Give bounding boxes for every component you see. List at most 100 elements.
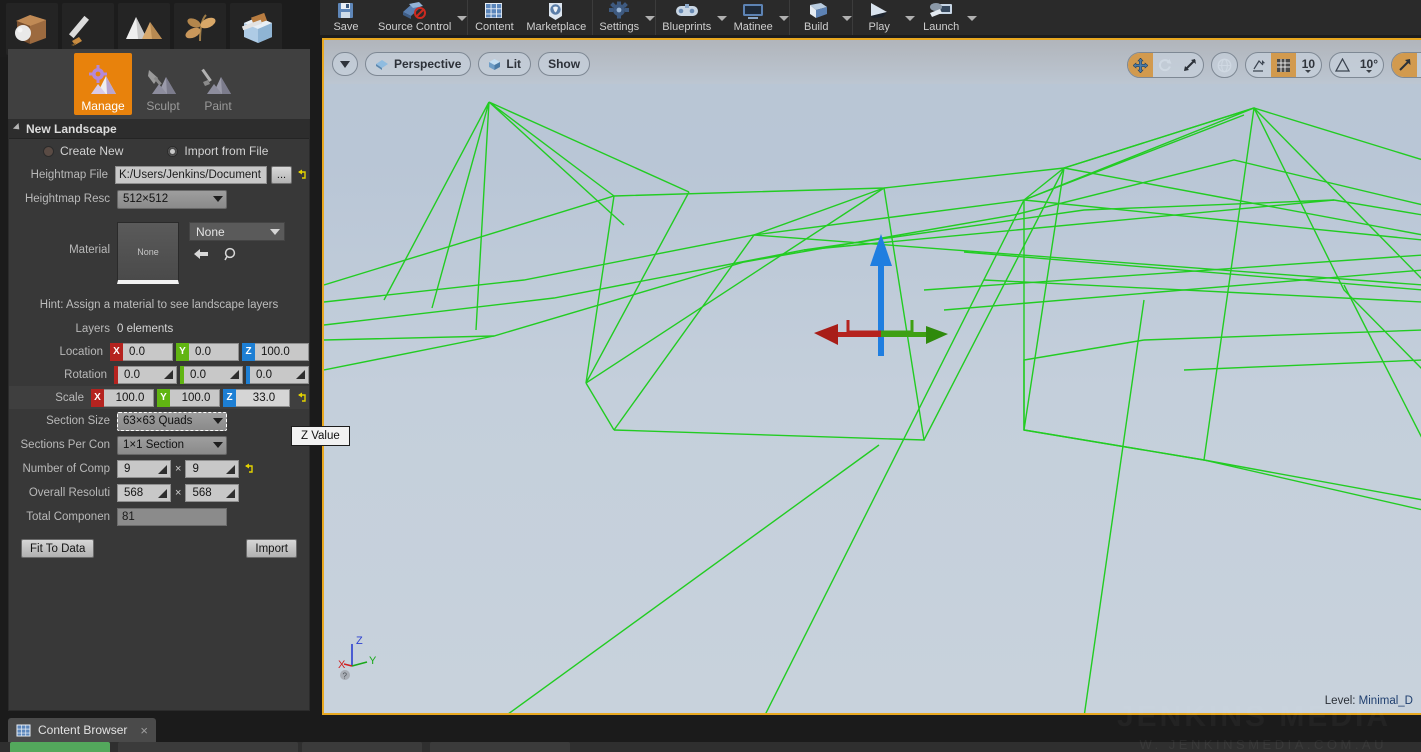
toolbar-launch-button[interactable]: Launch [915, 0, 967, 35]
toolbar-blueprints-dropdown[interactable] [717, 16, 728, 21]
location-z-value[interactable]: 100.0 [255, 342, 309, 361]
axis-z-tag: Z [242, 342, 255, 361]
spinner-icon[interactable] [164, 370, 173, 379]
svg-text:?: ? [343, 672, 348, 681]
landscape-tool-paint[interactable]: Paint [189, 53, 247, 115]
heightmap-file-input[interactable]: K:/Users/Jenkins/Document [115, 166, 267, 184]
add-new-button[interactable] [10, 742, 110, 752]
radio-create-new[interactable]: Create New [43, 144, 123, 158]
scale-z-value[interactable]: 33.0 [236, 388, 290, 407]
viewport-show-menu[interactable]: Show [538, 52, 591, 76]
scale-z[interactable]: Z 33.0 [223, 388, 290, 407]
grid-snap-number: 10 [1301, 57, 1316, 71]
surface-snap-button[interactable] [1246, 53, 1271, 77]
scale-x[interactable]: X 100.0 [91, 388, 154, 407]
toolbar-source-control-dropdown[interactable] [457, 16, 468, 21]
use-selected-asset-icon[interactable] [193, 247, 209, 261]
heightmap-file-label: Heightmap File [30, 169, 108, 181]
viewport-options-menu[interactable] [332, 52, 358, 76]
sections-per-component-combo[interactable]: 1×1 Section [117, 435, 227, 455]
heightmap-browse-button[interactable]: ... [271, 166, 292, 184]
close-icon[interactable]: × [140, 723, 148, 738]
toolbar-content-button[interactable]: Content [468, 0, 520, 35]
rotation-y[interactable]: 0.0 [180, 365, 243, 384]
landscape-mode-button[interactable] [118, 2, 170, 55]
material-asset-combo[interactable]: None [189, 222, 285, 241]
grid-snap-toggle[interactable] [1270, 53, 1296, 77]
toolbar-settings-dropdown[interactable] [645, 16, 656, 21]
import-button[interactable]: Import [246, 539, 297, 558]
browse-to-asset-icon[interactable] [223, 247, 239, 261]
paint-mode-button[interactable] [62, 2, 114, 55]
row-overall-resolution: Overall Resoluti 568 × 568 [9, 481, 309, 505]
scale-gizmo-button[interactable] [1178, 53, 1203, 77]
heightmap-resolution-combo[interactable]: 512×512 [117, 189, 227, 209]
angle-snapping-group: 10° [1328, 52, 1384, 78]
spinner-icon[interactable] [230, 370, 239, 379]
toolbar-build-dropdown[interactable] [842, 16, 853, 21]
toolbar-group-play: Play Launch [853, 0, 978, 35]
grid-snap-value[interactable]: 10 [1296, 53, 1321, 77]
toolbar-marketplace-button[interactable]: Marketplace [520, 0, 592, 35]
spinner-icon[interactable] [226, 464, 236, 474]
rotate-gizmo-button[interactable] [1153, 53, 1178, 77]
scale-y[interactable]: Y 100.0 [157, 388, 220, 407]
spinner-icon[interactable] [158, 464, 167, 474]
content-browser-path-bar[interactable] [118, 742, 298, 752]
location-y[interactable]: Y 0.0 [176, 342, 239, 361]
sections-per-component-label: Sections Per Con [20, 439, 111, 451]
panel-header[interactable]: New Landscape [9, 119, 309, 139]
location-x[interactable]: X 0.0 [110, 342, 173, 361]
toolbar-settings-button[interactable]: Settings [593, 0, 645, 35]
angle-snap-toggle[interactable] [1330, 53, 1355, 77]
content-browser-filter-bar[interactable] [302, 742, 422, 752]
viewport-axis-indicator: Z Y X ? [336, 632, 386, 685]
reset-scale-icon[interactable] [296, 391, 309, 405]
placement-mode-button[interactable] [6, 2, 58, 55]
viewport-view-mode[interactable]: Lit [478, 52, 532, 76]
content-browser-search-bar[interactable] [430, 742, 570, 752]
material-thumbnail[interactable]: None [117, 222, 179, 284]
scale-x-value[interactable]: 100.0 [104, 388, 154, 407]
spinner-icon[interactable] [158, 488, 167, 498]
scale-snap-value[interactable]: 0 [1417, 53, 1421, 77]
level-name: Minimal_D [1358, 695, 1413, 707]
landscape-tool-sculpt[interactable]: Sculpt [134, 53, 192, 115]
toolbar-source-control-button[interactable]: Source Control [372, 0, 457, 35]
world-space-button[interactable] [1212, 53, 1237, 77]
section-size-combo[interactable]: 63×63 Quads [117, 411, 227, 431]
translate-gizmo-button[interactable] [1127, 53, 1153, 77]
location-z[interactable]: Z 100.0 [242, 342, 309, 361]
toolbar-launch-dropdown[interactable] [967, 16, 978, 21]
location-x-value[interactable]: 0.0 [123, 342, 173, 361]
reset-components-icon[interactable] [243, 462, 256, 476]
translate-gizmo[interactable] [812, 232, 952, 362]
toolbar-blueprints-button[interactable]: Blueprints [656, 0, 717, 35]
level-viewport[interactable]: Perspective Lit Show 10 10° Z Y X ? Leve… [322, 38, 1421, 715]
reset-to-default-icon[interactable] [296, 168, 309, 182]
foliage-mode-button[interactable] [174, 2, 226, 55]
viewport-level-label: Level: Minimal_D [1325, 695, 1413, 707]
toolbar-play-button[interactable]: Play [853, 0, 905, 35]
content-browser-tab[interactable]: Content Browser × [8, 718, 156, 742]
geometry-editing-mode-button[interactable] [230, 2, 282, 55]
scale-y-value[interactable]: 100.0 [170, 388, 220, 407]
rotation-x[interactable]: 0.0 [114, 365, 177, 384]
toolbar-matinee-dropdown[interactable] [779, 16, 790, 21]
rotation-z[interactable]: 0.0 [246, 365, 309, 384]
toolbar-matinee-button[interactable]: Matinee [727, 0, 779, 35]
location-y-value[interactable]: 0.0 [189, 342, 239, 361]
toolbar-save-button[interactable]: Save [320, 0, 372, 35]
toolbar-play-dropdown[interactable] [905, 16, 916, 21]
spinner-icon[interactable] [226, 488, 236, 498]
viewport-camera-mode[interactable]: Perspective [365, 52, 472, 76]
radio-import-from-file[interactable]: Import from File [167, 144, 268, 158]
rotation-z-value: 0.0 [256, 368, 272, 381]
scale-snap-toggle[interactable] [1392, 53, 1417, 77]
angle-snap-value[interactable]: 10° [1355, 53, 1383, 77]
landscape-tool-manage[interactable]: Manage [74, 53, 132, 115]
toolbar-build-button[interactable]: Build [790, 0, 842, 35]
fit-to-data-button[interactable]: Fit To Data [21, 539, 95, 558]
layers-value: 0 elements [117, 322, 174, 335]
spinner-icon[interactable] [296, 370, 305, 379]
